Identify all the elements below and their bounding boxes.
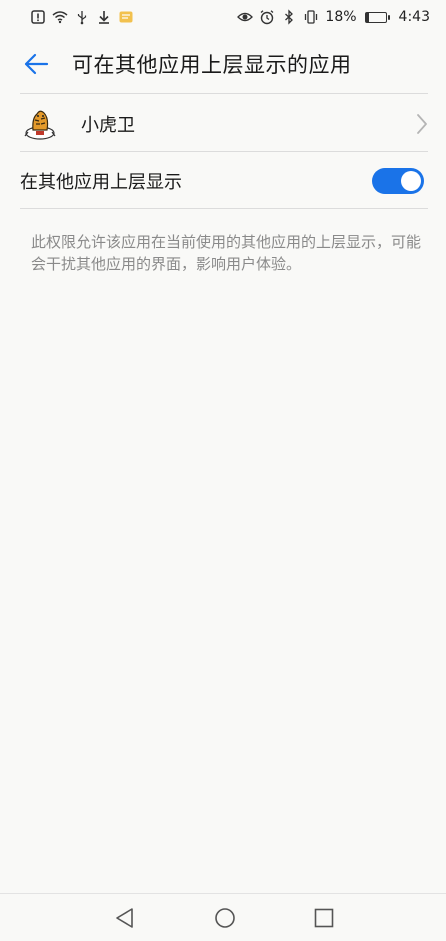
alert-icon (30, 9, 46, 25)
permission-label: 在其他应用上层显示 (20, 172, 182, 193)
app-row[interactable]: 小虎卫 (0, 94, 446, 154)
tiger-app-icon (22, 106, 58, 142)
battery-fill (365, 12, 370, 22)
square-recents-icon (314, 908, 334, 928)
nav-home-button[interactable] (213, 906, 237, 930)
navigation-bar (0, 893, 446, 941)
overlay-permission-toggle[interactable] (372, 168, 424, 194)
screen: 18% 4:43 可在其他应用上层显示的应用 小虎卫 在其他应用上层显示 此权限… (0, 0, 446, 941)
eye-icon (237, 9, 254, 25)
status-right: 18% 4:43 (237, 9, 430, 25)
triangle-back-icon (116, 908, 133, 928)
bluetooth-icon (281, 9, 297, 25)
chevron-right-icon (417, 114, 427, 134)
permission-row: 在其他应用上层显示 (0, 153, 446, 209)
circle-home-icon (215, 908, 235, 928)
vibrate-icon (303, 9, 319, 25)
app-row-divider (20, 151, 428, 152)
alarm-icon (259, 9, 275, 25)
battery-percent: 18% (325, 9, 357, 25)
battery-icon (364, 11, 390, 23)
nav-recents-button[interactable] (312, 906, 336, 930)
back-button[interactable] (0, 34, 72, 94)
status-left (30, 9, 134, 25)
toggle-knob (401, 171, 421, 191)
wifi-icon (52, 9, 68, 25)
nav-back-button[interactable] (113, 906, 137, 930)
usb-icon (74, 9, 90, 25)
arrow-left-icon (24, 53, 49, 75)
page-title: 可在其他应用上层显示的应用 (72, 53, 352, 77)
download-icon (96, 9, 112, 25)
status-bar: 18% 4:43 (0, 0, 446, 34)
app-header: 可在其他应用上层显示的应用 (0, 34, 446, 94)
app-name: 小虎卫 (81, 115, 135, 136)
permission-description: 此权限允许该应用在当前使用的其他应用的上层显示，可能会干扰其他应用的界面，影响用… (31, 233, 422, 273)
permission-divider (20, 208, 428, 209)
clock: 4:43 (398, 9, 430, 25)
notification-icon (118, 9, 134, 25)
